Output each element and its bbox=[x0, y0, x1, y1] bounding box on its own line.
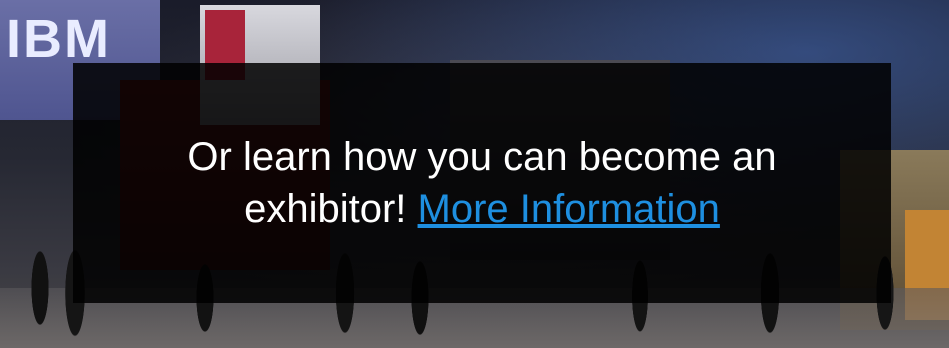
cta-text: Or learn how you can become an exhibitor… bbox=[102, 131, 862, 235]
cta-overlay: Or learn how you can become an exhibitor… bbox=[73, 63, 891, 303]
ibm-logo: IBM bbox=[6, 9, 111, 69]
more-information-link[interactable]: More Information bbox=[418, 187, 720, 231]
